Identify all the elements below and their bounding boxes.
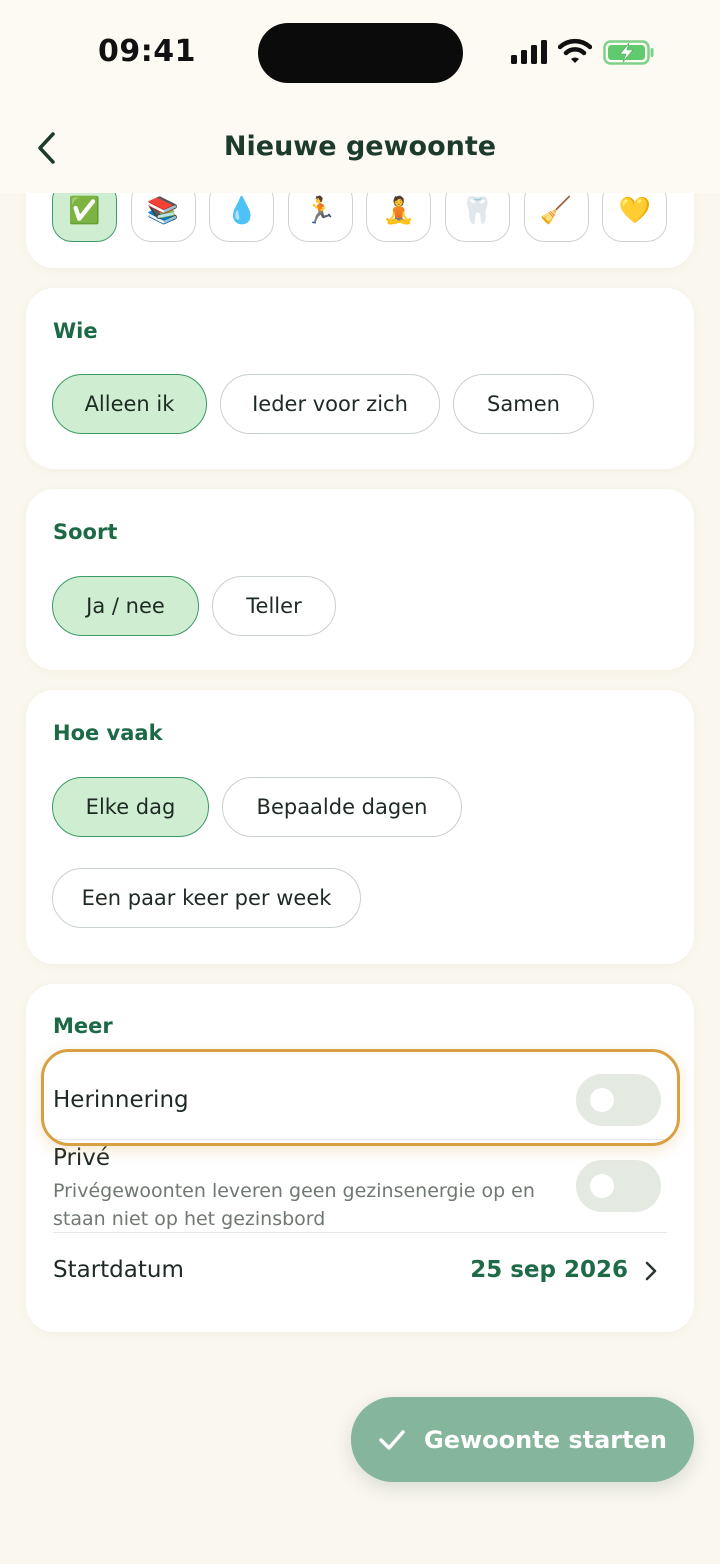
check-emoji: ✅ <box>68 196 101 226</box>
herinnering-toggle[interactable] <box>576 1074 661 1126</box>
herinnering-row[interactable]: Herinnering <box>26 1059 694 1139</box>
battery-charging-icon <box>603 40 654 65</box>
runner-emoji: 🏃 <box>304 196 337 226</box>
meditation-emoji: 🧘 <box>382 196 416 226</box>
hoe-vaak-label: Hoe vaak <box>53 721 163 745</box>
option-ja-nee[interactable]: Ja / nee <box>52 576 199 636</box>
startdatum-value: 25 sep 2026 <box>470 1257 628 1283</box>
prive-toggle[interactable] <box>576 1160 661 1212</box>
option-alleen-ik[interactable]: Alleen ik <box>52 374 207 434</box>
prive-label: Privé <box>53 1145 111 1171</box>
navigation-bar: Nieuwe gewoonte <box>0 105 720 193</box>
divider <box>53 1139 667 1140</box>
yellow-heart-emoji: 💛 <box>618 196 651 226</box>
option-ieder-voor-zich[interactable]: Ieder voor zich <box>220 374 440 434</box>
divider <box>53 1232 667 1233</box>
droplet-emoji: 💧 <box>225 196 258 226</box>
option-bepaalde-dagen[interactable]: Bepaalde dagen <box>222 777 462 837</box>
wie-card: Wie Alleen ik Ieder voor zich Samen <box>26 288 694 469</box>
checkmark-icon <box>379 1429 405 1450</box>
hoe-vaak-card: Hoe vaak Elke dag Bepaalde dagen Een paa… <box>26 690 694 964</box>
page-title: Nieuwe gewoonte <box>223 131 497 162</box>
books-emoji: 📚 <box>146 196 180 226</box>
start-habit-button[interactable]: Gewoonte starten <box>351 1397 694 1482</box>
wifi-icon <box>558 38 592 63</box>
start-habit-label: Gewoonte starten <box>424 1425 667 1454</box>
toggle-knob <box>590 1174 614 1198</box>
prive-description: Privégewoonten leveren geen gezinsenergi… <box>53 1180 535 1230</box>
status-time: 09:41 <box>98 34 196 69</box>
wie-label: Wie <box>53 319 98 343</box>
broom-emoji: 🧹 <box>539 196 573 226</box>
meer-label: Meer <box>53 1014 113 1038</box>
herinnering-label: Herinnering <box>53 1087 189 1113</box>
status-bar: 09:41 <box>0 0 720 105</box>
dynamic-island <box>258 23 463 83</box>
startdatum-label: Startdatum <box>53 1257 184 1283</box>
meer-card: Meer Herinnering Privé Privégewoonten le… <box>26 984 694 1332</box>
toggle-knob <box>590 1088 614 1112</box>
tooth-emoji: 🦷 <box>461 196 494 226</box>
cellular-signal-icon <box>511 40 547 64</box>
option-teller[interactable]: Teller <box>212 576 336 636</box>
option-een-paar-keer-per-week[interactable]: Een paar keer per week <box>52 868 361 928</box>
startdatum-row[interactable]: Startdatum 25 sep 2026 <box>26 1234 694 1306</box>
chevron-right-icon <box>645 1261 657 1281</box>
option-elke-dag[interactable]: Elke dag <box>52 777 209 837</box>
prive-row[interactable]: Privé Privégewoonten leveren geen gezins… <box>26 1142 694 1232</box>
option-samen[interactable]: Samen <box>453 374 594 434</box>
soort-card: Soort Ja / nee Teller <box>26 489 694 670</box>
soort-label: Soort <box>53 520 118 544</box>
